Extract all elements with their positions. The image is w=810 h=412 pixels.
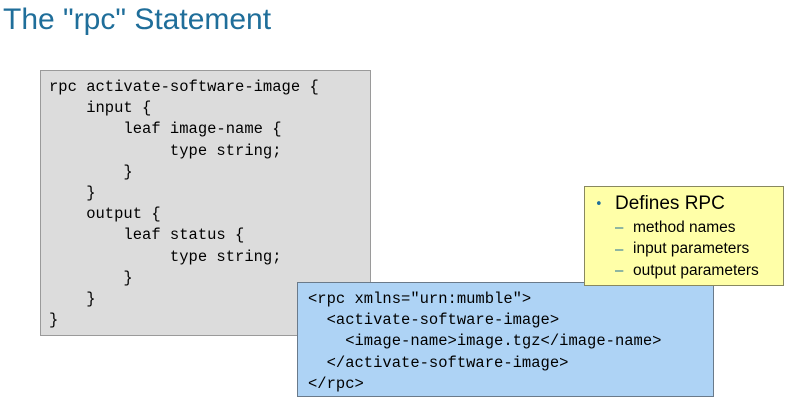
callout-item-label: output parameters [633,261,759,279]
xml-line: <image-name>image.tgz</image-name> [308,332,662,351]
bullet-icon: • [595,196,603,212]
code-line: input { [49,99,152,118]
code-line: type string; [49,247,282,266]
callout-title: Defines RPC [615,193,725,214]
xml-example-block: <rpc xmlns="urn:mumble"> <activate-softw… [297,282,714,397]
dash-icon: – [615,219,624,237]
slide-title: The "rpc" Statement [3,3,272,36]
code-line: } [49,184,96,203]
callout-heading: • Defines RPC [595,191,783,217]
xml-line: </activate-software-image> [308,353,569,372]
callout-item: – output parameters [595,260,783,282]
code-line: rpc activate-software-image { [49,78,319,96]
code-line: type string; [49,141,282,160]
callout-note: • Defines RPC – method names – input par… [584,186,784,286]
callout-item: – method names [595,217,783,239]
code-line: output { [49,205,161,224]
dash-icon: – [615,262,624,280]
callout-item: – input parameters [595,239,783,261]
callout-item-label: input parameters [633,240,750,258]
callout-item-label: method names [633,218,736,236]
xml-line: <rpc xmlns="urn:mumble"> [308,290,532,308]
xml-line: <activate-software-image> [308,311,560,330]
xml-line: </rpc> [308,374,364,393]
code-line: leaf status { [49,226,245,245]
code-line: } [49,162,133,181]
code-line: leaf image-name { [49,120,282,139]
dash-icon: – [615,240,624,258]
